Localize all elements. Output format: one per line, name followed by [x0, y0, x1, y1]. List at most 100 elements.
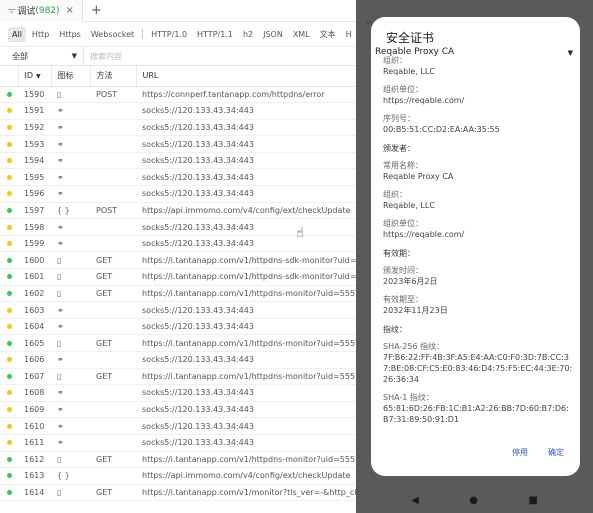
filter-chip[interactable]: h2 [239, 27, 257, 42]
table-row[interactable]: 1612 ▯ GET https://i.tantanapp.com/v1/httpd… [0, 451, 356, 469]
filter-chip[interactable]: Https [55, 27, 85, 42]
table-row[interactable]: 1607 ▯ GET https://i.tantanapp.com/v1/httpd… [0, 368, 356, 386]
certificate-details: 组织： Reqable, LLC 组织单位： https://reqable.c… [383, 55, 573, 432]
header-icon[interactable]: 图标 [51, 66, 91, 87]
link-icon: ⚭ [57, 172, 64, 182]
table-row[interactable]: 1596 ⚭ socks5://120.133.43.34:443 [0, 185, 356, 203]
status-dot [6, 357, 12, 363]
table-row[interactable]: 1590 ▯ POST https://connperf.tantanapp.com/… [0, 86, 356, 104]
status-cell [0, 119, 18, 137]
filter-chip[interactable]: JSON [259, 27, 287, 42]
disable-button[interactable]: 停用 [512, 447, 528, 458]
tab-debug[interactable]: ᯤ 调试 (982) × [0, 0, 83, 22]
status-dot [6, 490, 12, 496]
table-row[interactable]: 1610 ⚭ socks5://120.133.43.34:443 [0, 417, 356, 435]
nav-home-icon[interactable]: ● [469, 495, 478, 506]
filter-chip[interactable]: Http [28, 27, 53, 42]
table-row[interactable]: 1592 ⚭ socks5://120.133.43.34:443 [0, 119, 356, 137]
method-cell [90, 417, 136, 435]
table-row[interactable]: 1608 ⚭ socks5://120.133.43.34:443 [0, 384, 356, 402]
filter-chip[interactable]: Websocket [87, 27, 138, 42]
status-dot [6, 390, 12, 396]
status-cell [0, 318, 18, 336]
ok-button[interactable]: 确定 [548, 447, 564, 458]
header-method[interactable]: 方法 [90, 66, 137, 87]
fingerprint-heading: 指纹： [383, 325, 407, 334]
status-dot [6, 241, 12, 247]
close-icon[interactable]: × [66, 5, 74, 16]
issuer-cn-value: Reqable Proxy CA [383, 172, 454, 181]
table-row[interactable]: 1600 ▯ GET https://i.tantanapp.com/v1/httpd… [0, 251, 356, 270]
serial-value: 00:B5:51:CC:D2:EA:AA:35:55 [383, 125, 500, 134]
filter-chip[interactable]: HTTP/1.0 [147, 27, 191, 42]
id-cell: 1614 [18, 484, 51, 502]
scope-select[interactable]: 全部 ▼ [0, 46, 84, 66]
issuer-unit-value: https://reqable.com/ [383, 230, 465, 239]
search-input[interactable]: 搜索内容 [84, 51, 122, 62]
unit-label: 组织单位： [383, 85, 423, 94]
org-label: 组织： [383, 56, 407, 65]
icon-cell: ▯ [51, 484, 90, 502]
icon-cell: ⚭ [51, 152, 90, 170]
filter-chip[interactable]: HTTP/1.1 [193, 27, 237, 42]
link-icon: ⚭ [57, 239, 64, 249]
table-row[interactable]: 1601 ▯ GET https://i.tantanapp.com/v1/httpd… [0, 268, 356, 286]
nav-back-icon[interactable]: ◀ [411, 495, 419, 506]
url-cell: https://i.tantanapp.com/v1/monitor?tls_v… [136, 484, 356, 502]
header-id[interactable]: ID ▼ [18, 66, 52, 87]
icon-cell: ⚭ [51, 168, 90, 187]
table-row[interactable]: 1595 ⚭ socks5://120.133.43.34:443 [0, 168, 356, 187]
table-row[interactable]: 1602 ▯ GET https://i.tantanapp.com/v1/httpd… [0, 285, 356, 303]
issuer-org-value: Reqable, LLC [383, 201, 435, 210]
id-cell: 1605 [18, 334, 51, 352]
status-cell [0, 135, 18, 153]
table-row[interactable]: 1594 ⚭ socks5://120.133.43.34:443 [0, 152, 356, 170]
status-dot [6, 108, 12, 114]
status-dot [6, 124, 12, 130]
sha256-value: 7F:B6:22:FF:4B:3F:A5:E4:AA:C0:F0:3D:7B:C… [383, 353, 573, 384]
status-cell [0, 467, 18, 485]
filter-chip[interactable]: XML [289, 27, 314, 42]
add-tab-icon[interactable]: + [91, 3, 102, 18]
table-row[interactable]: 1613 { } https://api.immomo.com/v4/config/… [0, 467, 356, 485]
table-row[interactable]: 1614 ▯ GET https://i.tantanapp.com/v1/monit… [0, 484, 356, 502]
serial-label: 序列号： [383, 114, 415, 123]
doc-icon: ▯ [57, 371, 62, 381]
status-cell [0, 368, 18, 386]
table-row[interactable]: 1611 ⚭ socks5://120.133.43.34:443 [0, 434, 356, 452]
table-row[interactable]: 1593 ⚭ socks5://120.133.43.34:443 [0, 135, 356, 153]
dialog-actions: 停用 确定 [512, 447, 564, 458]
table-row[interactable]: 1604 ⚭ socks5://120.133.43.34:443 [0, 318, 356, 336]
table-row[interactable]: 1597 { } POST https://api.immomo.com/v4/con… [0, 202, 356, 220]
id-cell: 1591 [18, 102, 51, 120]
tab-title: 调试 [17, 7, 36, 17]
table-row[interactable]: 1603 ⚭ socks5://120.133.43.34:443 [0, 301, 356, 319]
status-dot [6, 158, 12, 164]
search-row: 全部 ▼ 搜索内容 [0, 46, 356, 66]
url-cell: https://i.tantanapp.com/v1/httpdns-monit… [136, 334, 356, 352]
icon-cell: ⚭ [51, 384, 90, 402]
table-row[interactable]: 1609 ⚭ socks5://120.133.43.34:443 [0, 401, 356, 419]
status-cell [0, 251, 18, 270]
url-cell: socks5://120.133.43.34:443 [136, 417, 356, 435]
table-row[interactable]: 1606 ⚭ socks5://120.133.43.34:443 [0, 351, 356, 369]
wifi-icon: ᯤ [8, 6, 16, 15]
id-cell: 1609 [18, 401, 51, 419]
id-cell: 1596 [18, 185, 51, 203]
method-cell [90, 235, 136, 253]
nav-recents-icon[interactable]: ■ [528, 495, 537, 506]
header-url[interactable]: URL [136, 66, 356, 87]
id-cell: 1604 [18, 318, 51, 336]
issuer-unit-label: 组织单位： [383, 219, 423, 228]
status-dot [6, 407, 12, 413]
icon-cell: ▯ [51, 368, 90, 386]
id-cell: 1602 [18, 285, 51, 303]
status-dot [6, 174, 12, 180]
url-cell: socks5://120.133.43.34:443 [136, 119, 356, 137]
table-row[interactable]: 1591 ⚭ socks5://120.133.43.34:443 [0, 102, 356, 120]
filter-chip[interactable]: 文本 [316, 26, 340, 43]
status-cell [0, 401, 18, 419]
table-row[interactable]: 1605 ▯ GET https://i.tantanapp.com/v1/httpd… [0, 334, 356, 352]
filter-chip[interactable]: All [8, 26, 26, 42]
filter-chip[interactable]: H [342, 27, 356, 42]
